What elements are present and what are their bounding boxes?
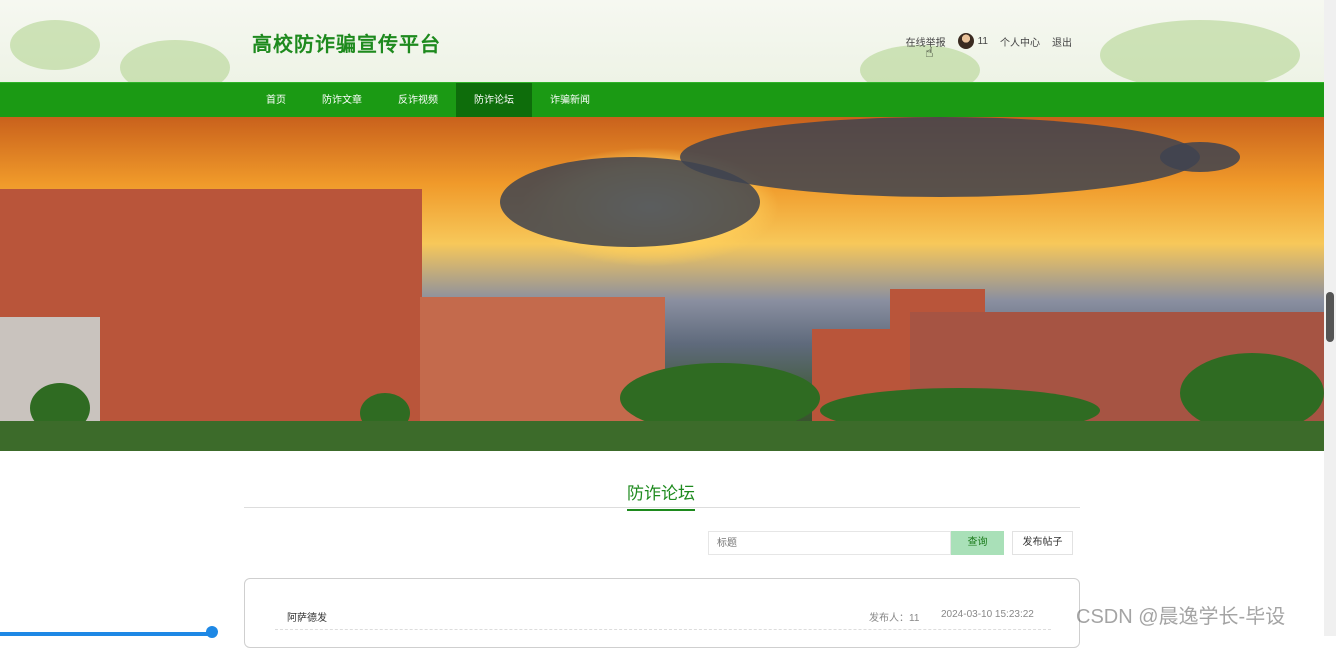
scroll-thumb[interactable] <box>1326 292 1334 342</box>
progress-strip <box>0 632 214 636</box>
profile-link[interactable]: 个人中心 <box>1000 34 1040 49</box>
leaf-decoration <box>1100 20 1300 82</box>
leaf-decoration <box>860 45 980 82</box>
nav-item-news[interactable]: 诈骗新闻 <box>532 83 608 118</box>
main-nav: 首页 防诈文章 反诈视频 防诈论坛 诈骗新闻 <box>0 82 1324 118</box>
username: 11 <box>977 35 988 47</box>
post-title[interactable]: 阿萨德发 <box>287 609 327 624</box>
site-title: 高校防诈骗宣传平台 <box>252 34 441 56</box>
grass <box>0 421 1324 451</box>
building-middle <box>420 297 665 437</box>
nav-items: 首页 防诈文章 反诈视频 防诈论坛 诈骗新闻 <box>248 83 608 118</box>
logout-link[interactable]: 退出 <box>1052 34 1072 49</box>
page-scrollbar[interactable] <box>1324 0 1336 636</box>
leaf-decoration <box>10 20 100 70</box>
post-author: 发布人：11 <box>869 613 920 624</box>
leaf-decoration <box>120 40 230 82</box>
nav-item-articles[interactable]: 防诈文章 <box>304 83 380 118</box>
section-divider <box>244 507 1080 508</box>
cloud-decoration <box>1160 142 1240 172</box>
user-menu[interactable]: 11 <box>957 33 988 49</box>
nav-item-home[interactable]: 首页 <box>248 83 304 118</box>
search-button[interactable]: 查询 <box>951 531 1004 555</box>
nav-item-videos[interactable]: 反诈视频 <box>380 83 456 118</box>
post-time: 2024-03-10 15:23:22 <box>941 609 1034 620</box>
post-card[interactable]: 阿萨德发 发布人：11 2024-03-10 15:23:22 <box>244 578 1080 648</box>
hero-banner <box>0 117 1324 451</box>
cloud-decoration <box>680 117 1200 197</box>
progress-knob[interactable] <box>206 626 218 638</box>
nav-item-forum[interactable]: 防诈论坛 <box>456 83 532 118</box>
search-input[interactable] <box>708 531 951 555</box>
avatar <box>957 33 974 49</box>
post-divider <box>275 629 1051 630</box>
publish-post-button[interactable]: 发布帖子 <box>1012 531 1073 555</box>
mouse-cursor-icon: ☝ <box>925 44 934 60</box>
watermark: CSDN @晨逸学长-毕设 <box>1076 606 1286 628</box>
site-header: 高校防诈骗宣传平台 在线举报 11 个人中心 退出 <box>0 0 1324 82</box>
